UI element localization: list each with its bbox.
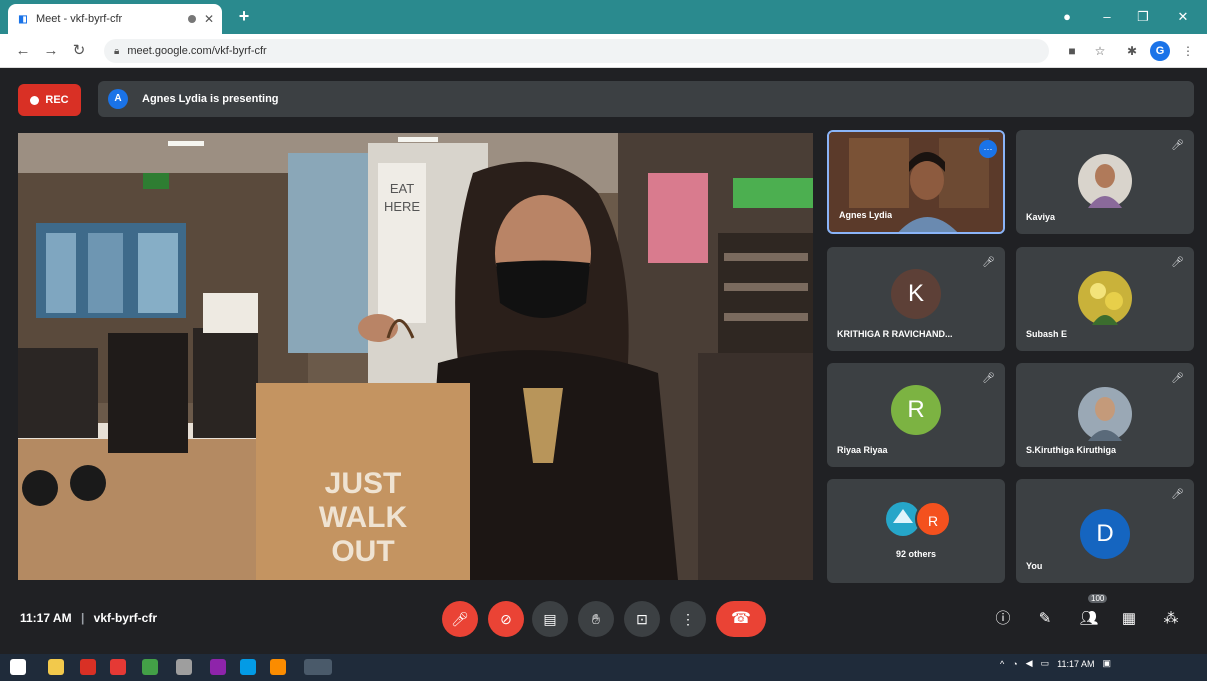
participant-name: KRITHIGA R RAVICHAND... [837, 329, 953, 339]
activities-icon[interactable]: ⁂ [1158, 606, 1184, 632]
mic-toggle-button[interactable]: 🎤︎ [442, 601, 478, 637]
camera-toggle-button[interactable]: ⊘ [488, 601, 524, 637]
leave-call-button[interactable]: ☎︎ [716, 601, 766, 637]
chrome-taskbar-icon[interactable] [304, 659, 332, 675]
tray-volume-icon[interactable]: ◀ [1026, 658, 1033, 669]
office-icon[interactable] [110, 659, 126, 675]
browser-menu-icon[interactable]: ⋮ [1178, 41, 1198, 61]
tab-recording-icon [187, 15, 196, 23]
kiruthiga-photo-avatar [1078, 387, 1132, 441]
captions-button[interactable]: ▤ [532, 601, 568, 637]
people-icon[interactable]: 👥︎ [1076, 606, 1102, 632]
forward-icon[interactable]: → [40, 40, 62, 62]
main-video[interactable]: EAT HERE JUST WALK OUT [18, 133, 813, 580]
bag-text-walk: WALK [319, 501, 408, 534]
speaking-indicator-icon: ⋯ [979, 140, 997, 158]
account-icon[interactable]: ● [1050, 6, 1084, 28]
maximize-button[interactable]: ❐ [1126, 6, 1160, 28]
address-bar[interactable]: 🔒︎ meet.google.com/vkf-byrf-cfr [104, 39, 1049, 63]
meeting-info-icon[interactable]: ⓘ [990, 606, 1016, 632]
new-tab-button[interactable]: + [234, 6, 254, 26]
tray-battery-icon[interactable]: ▭ [1041, 658, 1050, 669]
reload-icon[interactable]: ↻ [68, 40, 90, 62]
meeting-details: 11:17 AM | vkf-byrf-cfr [20, 611, 157, 625]
others-avatar-r: R [915, 501, 951, 537]
minimize-button[interactable]: – [1090, 6, 1124, 28]
rec-label: REC [45, 94, 69, 106]
presenter-avatar: A [108, 89, 128, 109]
app-icon-green[interactable] [142, 659, 158, 675]
tab-title: Meet - vkf-byrf-cfr [36, 13, 123, 25]
participant-tile-riyaa[interactable]: 🎤︎ R Riyaa Riyaa [827, 363, 1005, 467]
participant-name: Agnes Lydia [839, 210, 893, 220]
bag-text-out: OUT [331, 535, 394, 568]
recording-badge[interactable]: REC [18, 84, 81, 116]
sign-text-1: EAT [390, 181, 414, 196]
participant-tile-kaviya[interactable]: 🎤︎ Kaviya [1016, 130, 1194, 234]
taskbar-time[interactable]: 11:17 AM [1057, 659, 1094, 669]
bookmark-star-icon[interactable]: ☆ [1090, 41, 1110, 61]
raise-hand-button[interactable]: ✋︎ [578, 601, 614, 637]
sign-text-2: HERE [384, 199, 420, 214]
browser-tab[interactable]: ◧ Meet - vkf-byrf-cfr ✕ [8, 4, 222, 34]
windows-start-icon[interactable] [10, 659, 26, 675]
meeting-time: 11:17 AM [20, 611, 72, 625]
people-count-badge: 100 [1088, 594, 1108, 603]
file-explorer-icon[interactable] [48, 659, 64, 675]
notification-icon[interactable]: ▣ [1102, 658, 1111, 669]
participant-avatar: K [891, 269, 941, 319]
tray-chevron-icon[interactable]: ^ [1000, 659, 1004, 669]
mic-off-icon: 🎤︎ [1171, 257, 1184, 268]
participant-avatar: D [1080, 509, 1130, 559]
participant-name: Kaviya [1026, 212, 1056, 222]
presenting-banner: A Agnes Lydia is presenting [98, 81, 1194, 117]
bag-text-just: JUST [325, 467, 402, 500]
participant-name: S.Kiruthiga Kiruthiga [1026, 445, 1116, 455]
mic-off-icon: 🎤︎ [1171, 140, 1184, 151]
meet-favicon-icon: ◧ [18, 13, 28, 25]
participant-tile-others[interactable]: R 92 others [827, 479, 1005, 583]
app-icon-purple[interactable] [210, 659, 226, 675]
extensions-icon[interactable]: ✱ [1122, 41, 1142, 61]
tab-close-icon[interactable]: ✕ [204, 12, 214, 26]
camera-permission-icon[interactable]: ■ [1062, 41, 1082, 61]
close-window-button[interactable]: ✕ [1166, 6, 1200, 28]
subash-photo-avatar [1078, 271, 1132, 325]
store-scene-illustration: EAT HERE JUST WALK OUT [18, 133, 813, 580]
edge-icon[interactable] [240, 659, 256, 675]
participant-tile-you[interactable]: 🎤︎ D You [1016, 479, 1194, 583]
system-tray: ^ ◔ ◀ ▭ 11:17 AM ▣ [1000, 658, 1111, 669]
participant-name: Riyaa Riyaa [837, 445, 888, 455]
participant-name: Subash E [1026, 329, 1068, 339]
mic-off-icon: 🎤︎ [982, 373, 995, 384]
participant-tile-subash[interactable]: 🎤︎ Subash E [1016, 247, 1194, 351]
more-options-button[interactable]: ⋮ [670, 601, 706, 637]
kaviya-photo-avatar [1078, 154, 1132, 208]
present-button[interactable]: ⊡ [624, 601, 660, 637]
lock-icon: 🔒︎ [114, 45, 120, 57]
separator: | [80, 611, 85, 625]
participant-tile-agnes[interactable]: ⋯ Agnes Lydia [827, 130, 1005, 234]
record-dot-icon [30, 95, 40, 105]
url-text: meet.google.com/vkf-byrf-cfr [127, 45, 267, 57]
participant-tile-kiruthiga[interactable]: 🎤︎ S.Kiruthiga Kiruthiga [1016, 363, 1194, 467]
participant-name: You [1026, 561, 1043, 571]
mic-off-icon: 🎤︎ [1171, 489, 1184, 500]
participant-tile-krithiga[interactable]: 🎤︎ K KRITHIGA R RAVICHAND... [827, 247, 1005, 351]
app-icon-gray[interactable] [176, 659, 192, 675]
chat-icon[interactable]: ▦ [1116, 606, 1142, 632]
profile-avatar[interactable]: G [1150, 41, 1170, 61]
meeting-code: vkf-byrf-cfr [93, 611, 157, 625]
back-icon[interactable]: ← [12, 40, 34, 62]
acrobat-icon[interactable] [80, 659, 96, 675]
host-controls-icon[interactable]: ✎ [1032, 606, 1058, 632]
app-icon-orange[interactable] [270, 659, 286, 675]
mic-off-icon: 🎤︎ [982, 257, 995, 268]
participant-name: 92 others [895, 549, 937, 559]
mic-off-icon: 🎤︎ [1171, 373, 1184, 384]
presenting-text: Agnes Lydia is presenting [142, 93, 279, 105]
tray-wifi-icon[interactable]: ◔ [1012, 659, 1017, 669]
participant-avatar: R [891, 385, 941, 435]
